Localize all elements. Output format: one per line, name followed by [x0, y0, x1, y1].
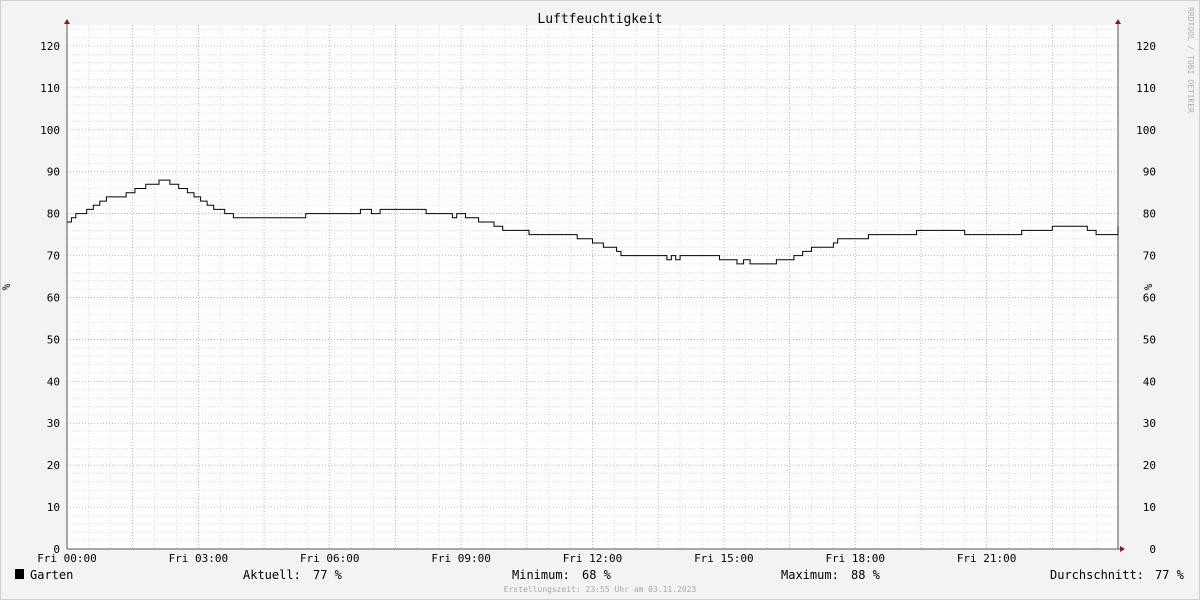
y-axis-label-right: % [1142, 283, 1155, 290]
legend-minimum-label: Minimum: [512, 568, 570, 582]
y-tick-label: 120 [40, 40, 60, 53]
humidity-chart: 0102030405060708090100110120 01020304050… [0, 0, 1200, 600]
y-tick-label: 70 [47, 250, 60, 263]
y-tick-label: 50 [47, 333, 60, 346]
y-tick-label: 30 [1143, 417, 1156, 430]
x-tick-label: Fri 18:00 [825, 552, 885, 565]
x-tick-label: Fri 15:00 [694, 552, 754, 565]
y-tick-label: 120 [1136, 40, 1156, 53]
y-axis-label-left: % [0, 283, 13, 290]
legend-aktuell-value: 77 % [313, 568, 343, 582]
y-tick-label: 90 [47, 166, 60, 179]
x-tick-label: Fri 09:00 [431, 552, 491, 565]
y-tick-label: 110 [1136, 82, 1156, 95]
y-tick-label: 0 [1149, 543, 1156, 556]
legend-series-name: Garten [30, 568, 73, 582]
chart-title: Luftfeuchtigkeit [537, 12, 662, 27]
legend-minimum-value: 68 % [582, 568, 612, 582]
watermark: RRDTOOL / TOBI OETIKER [1186, 7, 1195, 113]
legend-avg-value: 77 % [1155, 568, 1185, 582]
legend-maximum-value: 88 % [851, 568, 881, 582]
y-tick-label: 80 [1143, 208, 1156, 221]
x-tick-label: Fri 06:00 [300, 552, 360, 565]
footer-timestamp: Erstellungszeit: 23:55 Uhr am 03.11.2023 [504, 585, 697, 594]
legend-swatch [15, 569, 24, 579]
x-tick-label: Fri 12:00 [563, 552, 623, 565]
y-tick-label: 80 [47, 208, 60, 221]
y-tick-label: 100 [40, 124, 60, 137]
y-tick-label: 110 [40, 82, 60, 95]
y-tick-label: 30 [47, 417, 60, 430]
y-tick-label: 90 [1143, 166, 1156, 179]
legend-maximum-label: Maximum: [781, 568, 839, 582]
x-tick-label: Fri 21:00 [957, 552, 1017, 565]
y-tick-label: 20 [47, 459, 60, 472]
legend-aktuell-label: Aktuell: [243, 568, 301, 582]
y-tick-label: 70 [1143, 250, 1156, 263]
chart-container: 0 10 20 30 40 50 60 70 80 90 100 110 120 0 10 20 30 40 50… [0, 0, 1200, 600]
y-tick-label: 100 [1136, 124, 1156, 137]
y-tick-label: 60 [1143, 291, 1156, 304]
y-tick-label: 50 [1143, 333, 1156, 346]
y-tick-label: 10 [47, 501, 60, 514]
legend-avg-label: Durchschnitt: [1050, 568, 1144, 582]
y-tick-label: 40 [47, 375, 60, 388]
x-tick-label: Fri 03:00 [169, 552, 229, 565]
x-tick-label: Fri 00:00 [37, 552, 97, 565]
y-tick-label: 60 [47, 291, 60, 304]
y-tick-label: 20 [1143, 459, 1156, 472]
y-tick-label: 10 [1143, 501, 1156, 514]
y-tick-label: 40 [1143, 375, 1156, 388]
